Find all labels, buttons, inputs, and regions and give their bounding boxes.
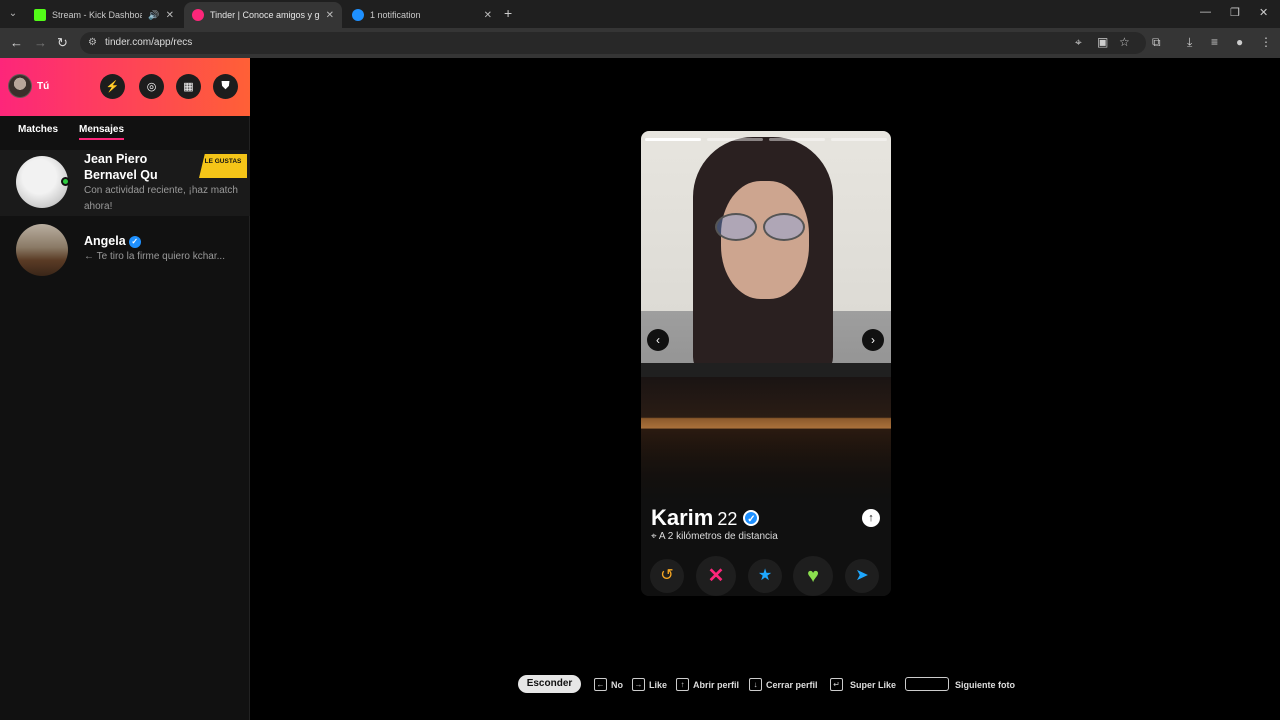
minimize-icon[interactable]: — <box>1200 6 1211 18</box>
verified-badge-icon: ✓ <box>128 235 141 248</box>
close-tab-icon[interactable]: ✕ <box>484 10 492 21</box>
tab-search-dropdown-icon[interactable]: ⌄ <box>4 5 22 23</box>
sidebar-header: Tú ⚡ ◎ ▦ ⛊ <box>0 58 250 116</box>
close-tab-icon[interactable]: ✕ <box>326 10 334 21</box>
down-arrow-key-icon: ↓ <box>749 678 762 691</box>
shortcut-label-like: Like <box>649 680 668 690</box>
bookmark-star-icon[interactable]: ☆ <box>1119 35 1130 49</box>
notification-favicon-icon <box>352 9 364 21</box>
tab-kick-dashboard[interactable]: Stream - Kick Dashboard 🔊 ✕ <box>26 2 182 28</box>
photo-taskbar <box>641 363 891 377</box>
profile-card[interactable]: ‹ › Karim 22 ✓ ⌖ A 2 kilómetros de distanc… <box>641 131 891 596</box>
message-preview: ← Te tiro la firme quiero kchar... <box>84 251 225 262</box>
rewind-icon[interactable]: ↺ <box>650 559 684 593</box>
photo-glasses <box>715 213 809 245</box>
close-tab-icon[interactable]: ✕ <box>166 10 174 21</box>
sidebar-tabs: Matches Mensajes <box>0 124 250 144</box>
close-window-icon[interactable]: ✕ <box>1259 6 1268 19</box>
photo-progress-segment <box>769 138 825 141</box>
shortcut-label-no: No <box>611 680 623 690</box>
extensions-icon[interactable]: ⧉ <box>1152 35 1161 50</box>
profile-age: 22 <box>717 509 738 529</box>
photo-progress-segment <box>645 138 701 141</box>
contact-name: Jean Piero Bernavel Qu <box>84 152 158 182</box>
shortcut-label-open-profile: Abrir perfil <box>693 680 740 690</box>
kick-favicon-icon <box>34 9 46 21</box>
speaker-icon[interactable]: 🔊 <box>148 10 159 21</box>
media-control-icon[interactable]: ≡ <box>1211 35 1218 49</box>
shortcut-label-super-like: Super Like <box>850 680 897 690</box>
contact-name: Angela <box>84 234 126 248</box>
download-icon[interactable]: ⤓ <box>1187 35 1192 50</box>
up-arrow-key-icon: ↑ <box>676 678 689 691</box>
address-toolbar: ← → ↻ ⚙ tinder.com/app/recs <box>0 28 1280 58</box>
new-tab-icon[interactable]: + <box>504 5 512 21</box>
enter-key-icon: ↵ <box>830 678 843 691</box>
restore-icon[interactable]: ❐ <box>1230 6 1240 19</box>
browser-tab-bar: ⌄ Stream - Kick Dashboard 🔊 ✕ Tinder | C… <box>0 0 1280 28</box>
nope-x-icon[interactable]: ✕ <box>696 556 736 596</box>
photo-progress-segment <box>707 138 763 141</box>
my-avatar[interactable] <box>8 74 32 98</box>
reload-icon[interactable]: ↻ <box>57 35 68 51</box>
avatar <box>16 224 68 276</box>
profile-name-row: Karim 22 ✓ <box>651 505 760 531</box>
sidebar: Tú ⚡ ◎ ▦ ⛊ Matches Mensajes Jean Piero B… <box>0 58 250 720</box>
open-profile-info-icon[interactable]: ↑ <box>862 509 880 527</box>
briefcase-icon[interactable]: ▦ <box>176 74 201 99</box>
menu-kebab-icon[interactable]: ⋮ <box>1260 35 1272 49</box>
photo-progress-segment <box>831 138 887 141</box>
tab-tinder[interactable]: Tinder | Conoce amigos y gent ✕ <box>184 2 342 28</box>
verified-badge-icon: ✓ <box>743 510 760 526</box>
profile-avatar-icon[interactable]: ● <box>1236 35 1243 49</box>
hide-shortcuts-button[interactable]: Esconder <box>518 675 581 693</box>
online-status-dot <box>61 177 70 186</box>
space-key-icon <box>905 677 949 691</box>
boost-bolt-icon[interactable]: ⚡ <box>100 74 125 99</box>
previous-photo-icon[interactable]: ‹ <box>647 329 669 351</box>
boost-send-icon[interactable]: ➤ <box>845 559 879 593</box>
likes-you-badge: LE GUSTAS <box>199 154 247 178</box>
safety-shield-icon[interactable]: ⛊ <box>213 74 238 99</box>
site-info-icon[interactable]: ⚙ <box>88 37 97 48</box>
install-app-icon[interactable]: ▣ <box>1097 35 1108 49</box>
tab-title: 1 notification <box>370 10 421 20</box>
shortcut-label-next-photo: Siguiente foto <box>955 680 1015 690</box>
action-buttons: ↺ ✕ ★ ♥ ➤ <box>641 556 891 596</box>
location-icon[interactable]: ⌖ <box>1075 35 1082 50</box>
next-photo-icon[interactable]: › <box>862 329 884 351</box>
location-pin-icon: ⌖ <box>651 531 657 542</box>
like-heart-icon[interactable]: ♥ <box>793 556 833 596</box>
tab-matches[interactable]: Matches <box>18 124 58 135</box>
url-field[interactable]: ⚙ tinder.com/app/recs <box>80 32 1146 54</box>
distance-text: A 2 kilómetros de distancia <box>658 531 778 542</box>
tinder-favicon-icon <box>192 9 204 21</box>
profile-name: Karim <box>651 505 714 530</box>
contact-name-row: Angela ✓ <box>84 233 194 249</box>
distance-row: ⌖ A 2 kilómetros de distancia <box>651 531 778 542</box>
message-preview: Con actividad reciente, ¡haz match ahora… <box>84 185 238 212</box>
forward-icon[interactable]: → <box>34 35 47 50</box>
explore-compass-icon[interactable]: ◎ <box>139 74 164 99</box>
right-arrow-key-icon: → <box>632 678 645 691</box>
tab-notification[interactable]: 1 notification ✕ <box>344 2 500 28</box>
left-arrow-key-icon: ← <box>594 678 607 691</box>
tab-title: Stream - Kick Dashboard <box>52 10 143 20</box>
url-text: tinder.com/app/recs <box>105 37 193 48</box>
shortcut-label-close-profile: Cerrar perfil <box>766 680 818 690</box>
tab-mensajes[interactable]: Mensajes <box>79 124 125 140</box>
back-icon[interactable]: ← <box>10 35 23 50</box>
tab-title: Tinder | Conoce amigos y gent <box>210 10 320 20</box>
super-like-star-icon[interactable]: ★ <box>748 559 782 593</box>
message-item-angela[interactable]: Angela ✓ ← Te tiro la firme quiero kchar.… <box>0 221 250 281</box>
my-profile-label[interactable]: Tú <box>37 81 49 92</box>
